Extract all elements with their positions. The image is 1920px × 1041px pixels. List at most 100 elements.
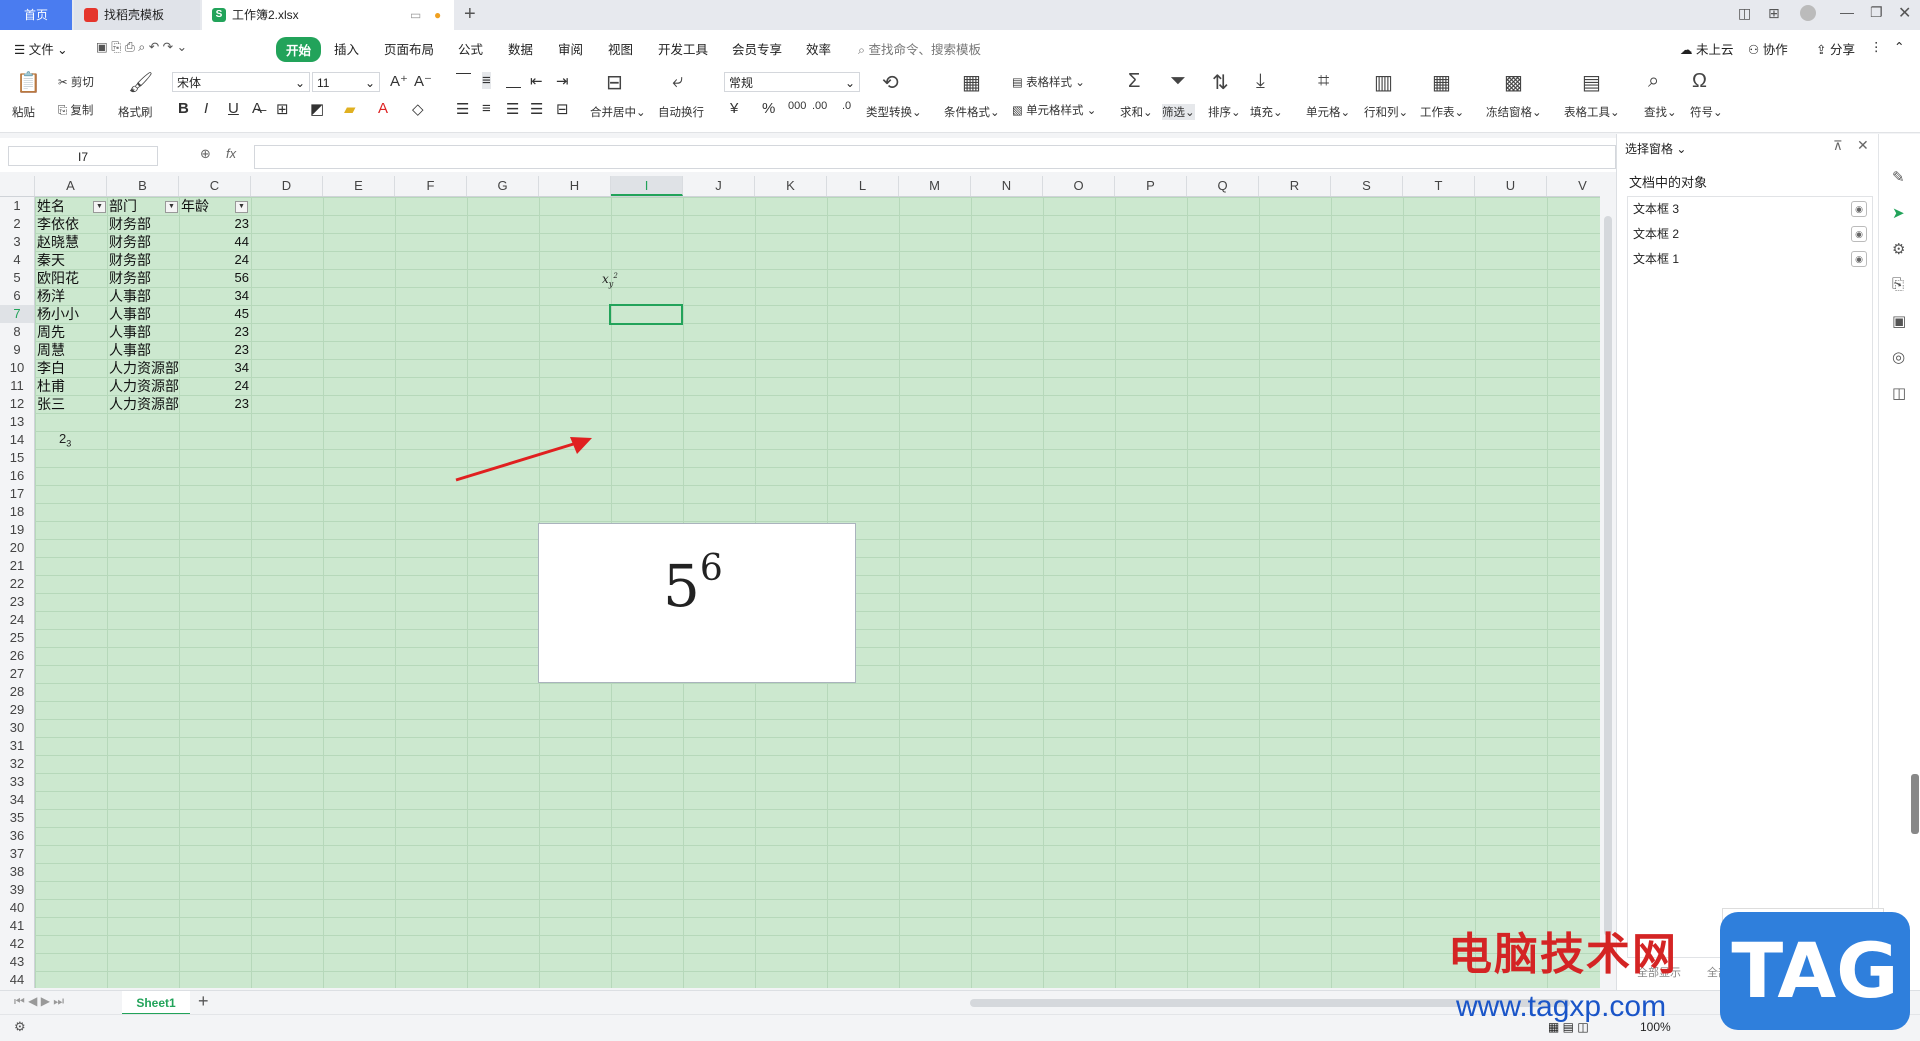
column-header-d[interactable]: D: [251, 176, 323, 196]
wrap-icon[interactable]: ⤶: [672, 70, 683, 93]
clear-format-icon[interactable]: ◇: [412, 100, 424, 118]
sheet-nav-icons[interactable]: ⏮ ◀ ▶ ⏭: [14, 994, 64, 1009]
font-family-select[interactable]: 宋体 ⌄: [172, 72, 310, 92]
close-icon[interactable]: ✕: [1898, 3, 1911, 23]
column-header-f[interactable]: F: [395, 176, 467, 196]
cell-icon[interactable]: ⌗: [1318, 70, 1329, 93]
quick-access-icons[interactable]: ▣ ⎘ ⎙ ⌕ ↶ ↷ ⌄: [96, 39, 187, 55]
selection-pane-item[interactable]: 文本框 1 ◉: [1633, 248, 1873, 270]
table-cell[interactable]: 周先: [37, 323, 107, 341]
row-header-12[interactable]: 12: [0, 395, 34, 413]
menu-page-layout[interactable]: 页面布局: [384, 39, 434, 58]
minimize-icon[interactable]: —: [1840, 4, 1854, 20]
share-button[interactable]: ⇪ 分享: [1816, 39, 1855, 58]
tab-template[interactable]: 找稻壳模板: [74, 0, 200, 30]
decrease-font-icon[interactable]: A⁻: [414, 72, 432, 90]
menu-review[interactable]: 审阅: [558, 39, 583, 58]
table-cell[interactable]: 人事部: [109, 323, 179, 341]
row-header-25[interactable]: 25: [0, 629, 34, 647]
row-header-16[interactable]: 16: [0, 467, 34, 485]
align-center-icon[interactable]: ≡: [482, 100, 491, 117]
column-header-o[interactable]: O: [1043, 176, 1115, 196]
table-cell[interactable]: 人力资源部: [109, 359, 179, 377]
format-painter-icon[interactable]: 🖌: [128, 70, 153, 95]
row-header-21[interactable]: 21: [0, 557, 34, 575]
table-cell[interactable]: 24: [181, 377, 249, 395]
select-all-corner[interactable]: [0, 176, 35, 196]
cond-format-button[interactable]: 条件格式⌄: [944, 104, 1000, 120]
table-tools-icon[interactable]: ▤: [1582, 70, 1601, 95]
underline-icon[interactable]: U: [228, 100, 239, 117]
row-header-8[interactable]: 8: [0, 323, 34, 341]
decimal-inc-icon[interactable]: .00: [812, 100, 827, 112]
table-cell[interactable]: 杨洋: [37, 287, 107, 305]
formula-text-object[interactable]: xy2: [602, 272, 618, 288]
table-cell[interactable]: 赵晓慧: [37, 233, 107, 251]
table-cell[interactable]: 34: [181, 287, 249, 305]
find-button[interactable]: 查找⌄: [1644, 104, 1677, 120]
fill-shape-icon[interactable]: ◩: [310, 100, 324, 118]
row-header-43[interactable]: 43: [0, 953, 34, 971]
row-header-34[interactable]: 34: [0, 791, 34, 809]
sort-button[interactable]: 排序⌄: [1208, 104, 1241, 120]
row-header-28[interactable]: 28: [0, 683, 34, 701]
row-header-40[interactable]: 40: [0, 899, 34, 917]
wrap-button[interactable]: 自动换行: [658, 104, 704, 120]
tab-home[interactable]: 首页: [0, 0, 72, 30]
add-sheet-button[interactable]: +: [198, 991, 209, 1012]
table-cell[interactable]: 23: [181, 215, 249, 233]
row-header-38[interactable]: 38: [0, 863, 34, 881]
table-cell[interactable]: 人事部: [109, 287, 179, 305]
macro-icon[interactable]: ⚙: [14, 1019, 26, 1035]
worksheet-button[interactable]: 工作表⌄: [1420, 104, 1464, 120]
row-header-33[interactable]: 33: [0, 773, 34, 791]
table-tools-button[interactable]: 表格工具⌄: [1564, 104, 1620, 120]
align-bottom-icon[interactable]: ⎽: [506, 72, 521, 89]
column-header-l[interactable]: L: [827, 176, 899, 196]
book-icon[interactable]: ◫: [1892, 384, 1906, 402]
row-header-11[interactable]: 11: [0, 377, 34, 395]
name-box[interactable]: I7: [8, 146, 158, 166]
symbol-button[interactable]: 符号⌄: [1690, 104, 1723, 120]
bold-icon[interactable]: B: [178, 100, 189, 117]
column-header-s[interactable]: S: [1331, 176, 1403, 196]
select-pointer-icon[interactable]: ➤: [1892, 204, 1905, 222]
filter-dropdown-icon[interactable]: ▼: [93, 201, 106, 213]
location-icon[interactable]: ◎: [1892, 348, 1905, 366]
row-header-14[interactable]: 14: [0, 431, 34, 449]
column-header-r[interactable]: R: [1259, 176, 1331, 196]
row-header-35[interactable]: 35: [0, 809, 34, 827]
filter-dropdown-icon[interactable]: ▼: [165, 201, 178, 213]
row-header-6[interactable]: 6: [0, 287, 34, 305]
table-cell[interactable]: 张三: [37, 395, 107, 413]
type-convert-icon[interactable]: ⟲: [882, 70, 899, 95]
decimal-dec-icon[interactable]: .0: [842, 100, 851, 112]
paste-icon[interactable]: 📋: [16, 70, 41, 95]
table-cell[interactable]: 财务部: [109, 251, 179, 269]
table-cell[interactable]: 人力资源部: [109, 377, 179, 395]
worksheet-icon[interactable]: ▦: [1432, 70, 1451, 95]
fill-color-icon[interactable]: ▰: [344, 100, 356, 118]
distribute-icon[interactable]: ⊟: [556, 100, 569, 118]
freeze-button[interactable]: 冻结窗格⌄: [1486, 104, 1542, 120]
cond-format-icon[interactable]: ▦: [962, 70, 981, 95]
number-format-select[interactable]: 常规 ⌄: [724, 72, 860, 92]
border-icon[interactable]: ⊞: [276, 100, 289, 118]
row-header-41[interactable]: 41: [0, 917, 34, 935]
menu-data[interactable]: 数据: [508, 39, 533, 58]
table-cell[interactable]: 23: [181, 341, 249, 359]
cell-a14[interactable]: 23: [59, 431, 71, 449]
monitor-icon[interactable]: ▭: [410, 0, 421, 30]
row-header-24[interactable]: 24: [0, 611, 34, 629]
sheet-tab-active[interactable]: Sheet1: [122, 991, 190, 1015]
collab-button[interactable]: ⚇ 协作: [1748, 39, 1788, 58]
column-header-t[interactable]: T: [1403, 176, 1475, 196]
row-header-20[interactable]: 20: [0, 539, 34, 557]
style-icon[interactable]: ✎: [1892, 168, 1905, 186]
thousands-icon[interactable]: 000: [788, 100, 806, 112]
cut-button[interactable]: ✂ 剪切: [58, 74, 94, 90]
filter-dropdown-icon[interactable]: ▼: [235, 201, 248, 213]
collapse-ribbon-icon[interactable]: ⌃: [1894, 39, 1904, 54]
menu-insert[interactable]: 插入: [334, 39, 359, 58]
pane-title[interactable]: 选择窗格 ⌄: [1625, 140, 1686, 157]
